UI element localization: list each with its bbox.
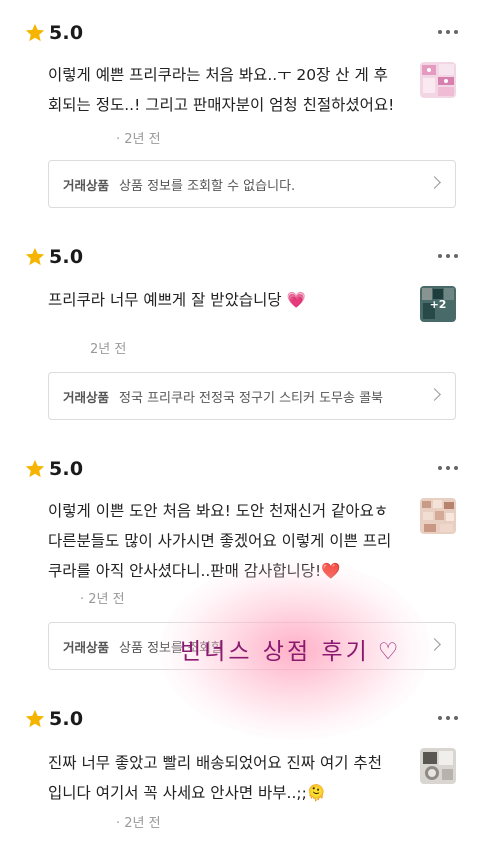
review-text: 프리쿠라 너무 예쁘게 잘 받았습니당 💗 — [48, 291, 306, 309]
rating: 5.0 — [24, 246, 83, 268]
review-thumbnail[interactable]: +2 — [420, 286, 456, 322]
rating-score: 5.0 — [49, 246, 84, 268]
rating: 5.0 — [24, 458, 83, 480]
rating-score: 5.0 — [49, 708, 84, 730]
review-thumbnail[interactable] — [420, 62, 456, 98]
product-tag: 거래상품 — [63, 389, 110, 405]
product-link[interactable]: 거래상품 상품 정보를 조회할 수 없습니다. — [48, 160, 456, 208]
more-icon[interactable] — [438, 30, 458, 34]
star-icon — [25, 709, 45, 728]
review-text: 이렇게 예쁜 프리쿠라는 처음 봐요..ㅜ 20장 산 게 후 회되는 정도..… — [48, 66, 395, 114]
review-date: 2년 전 — [90, 342, 127, 357]
chevron-right-icon — [428, 176, 441, 189]
star-icon — [25, 459, 45, 478]
review-thumbnail[interactable] — [420, 498, 456, 534]
more-icon[interactable] — [438, 466, 458, 470]
review-thumbnail[interactable] — [420, 748, 456, 784]
chevron-right-icon — [428, 638, 441, 651]
more-icon[interactable] — [438, 716, 458, 720]
product-tag: 거래상품 — [63, 177, 110, 193]
heart-icon: ♡ — [377, 639, 402, 665]
product-name: 상품 정보를 조회할 수 없습니다. — [119, 178, 296, 194]
product-name: 정국 프리쿠라 전정국 정구기 스티커 도무송 콜북 — [119, 390, 384, 406]
star-icon — [25, 23, 45, 42]
star-icon — [25, 247, 45, 266]
review-date: · 2년 전 — [116, 816, 161, 831]
rating: 5.0 — [24, 22, 83, 44]
more-icon[interactable] — [438, 254, 458, 258]
chevron-right-icon — [428, 388, 441, 401]
review-text: 진짜 너무 좋았고 빨리 배송되었어요 진짜 여기 추천 입니다 여기서 꼭 사… — [48, 754, 382, 802]
review-date: · 2년 전 — [116, 132, 161, 147]
rating: 5.0 — [24, 708, 83, 730]
product-link[interactable]: 거래상품 정국 프리쿠라 전정국 정구기 스티커 도무송 콜북 — [48, 372, 456, 420]
rating-score: 5.0 — [49, 22, 84, 44]
product-tag: 거래상품 — [63, 639, 110, 655]
review-date: · 2년 전 — [80, 592, 125, 607]
overlay-title-text: 빈너스 상점 후기 — [180, 639, 370, 665]
rating-score: 5.0 — [49, 458, 84, 480]
more-images-badge: +2 — [420, 286, 456, 322]
overlay-title: 빈너스 상점 후기 ♡ — [180, 632, 401, 666]
